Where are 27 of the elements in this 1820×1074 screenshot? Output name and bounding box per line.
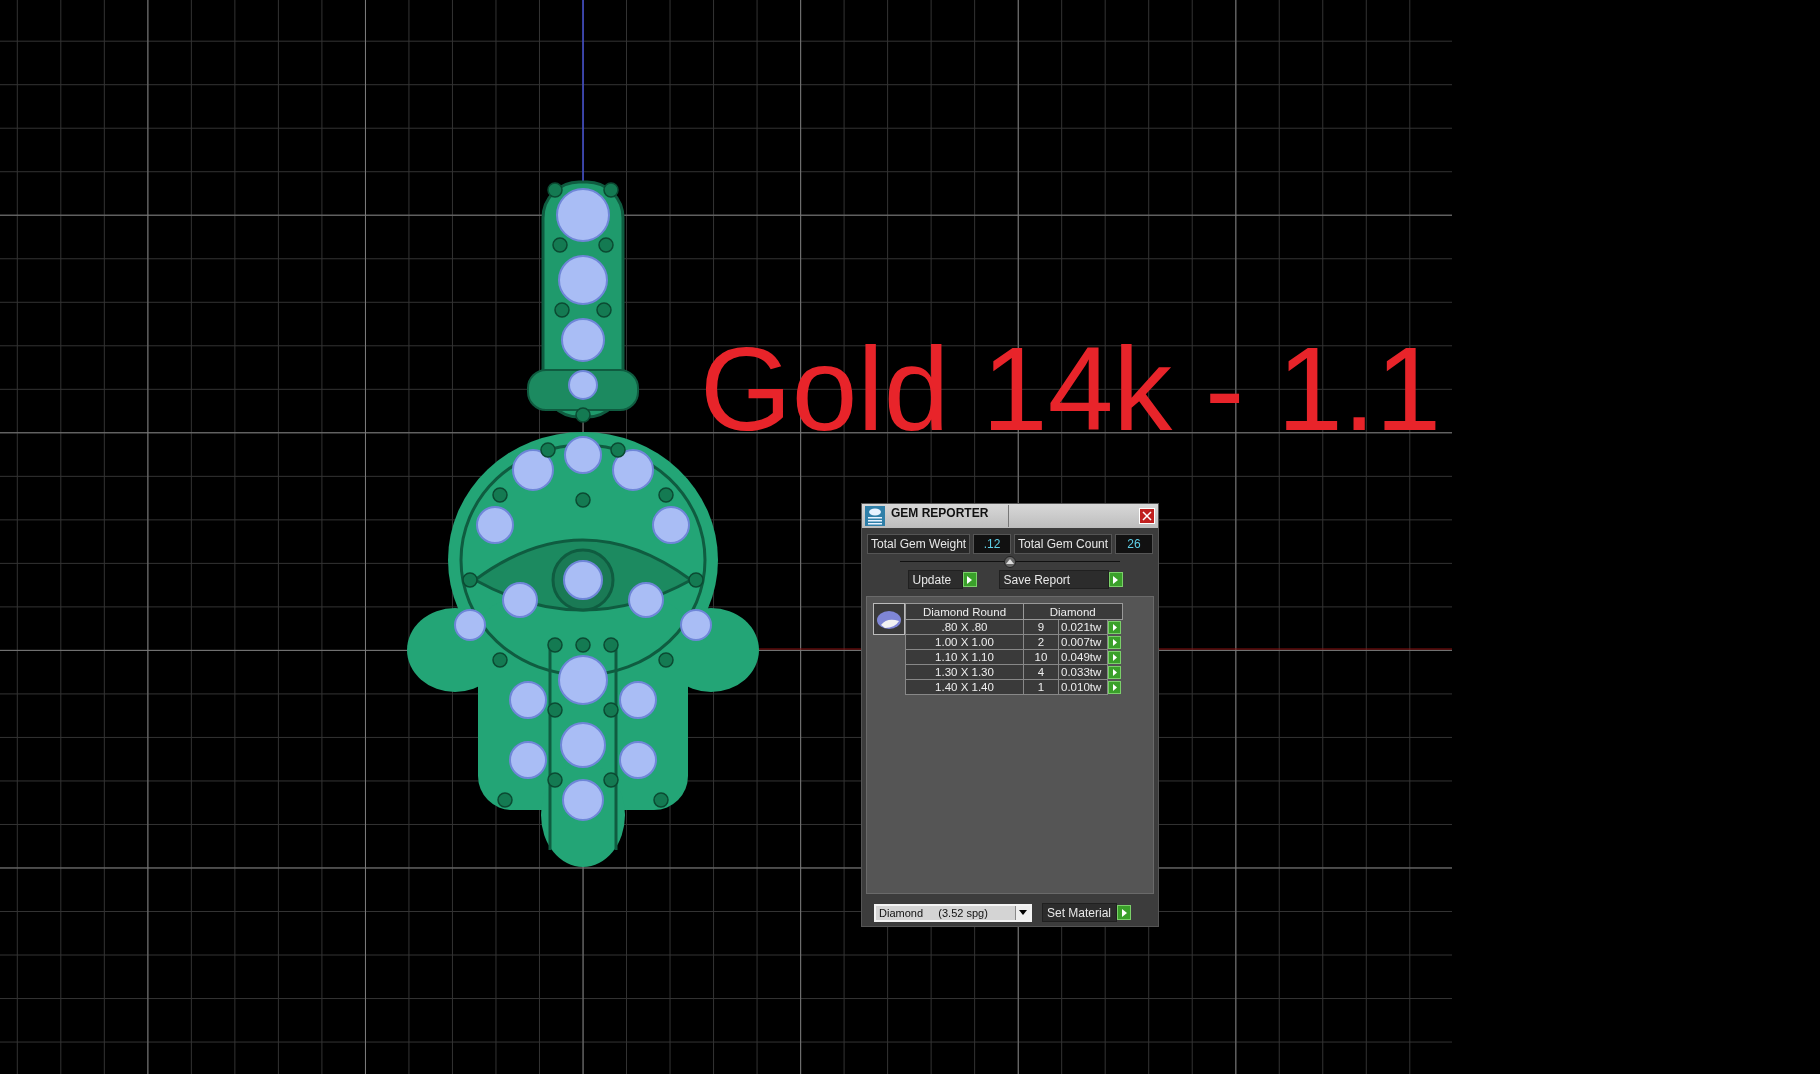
- total-weight-value: .12: [973, 534, 1012, 554]
- action-button[interactable]: Update: [907, 570, 963, 589]
- column-header: Diamond Round: [905, 603, 1024, 620]
- caret-icon: [1019, 910, 1027, 915]
- material-dropdown[interactable]: Diamond (3.52 spg): [874, 903, 1032, 922]
- close-icon: [1142, 511, 1152, 521]
- select-button[interactable]: [1108, 665, 1121, 679]
- select-button[interactable]: [1108, 620, 1121, 634]
- gem-list-icon: [865, 506, 885, 526]
- total-count-label: Total Gem Count: [1014, 534, 1113, 554]
- column-header: Diamond: [1023, 603, 1122, 620]
- up-triangle-icon: [1006, 559, 1014, 565]
- select-button[interactable]: [1108, 650, 1121, 664]
- total-weight-label: Total Gem Weight: [867, 534, 971, 554]
- material-label: Gold 14k - 1.1: [700, 330, 1442, 448]
- action-button[interactable]: Save Report: [998, 570, 1109, 589]
- set-material-button[interactable]: Set Material: [1042, 903, 1117, 922]
- select-button[interactable]: [1108, 680, 1121, 694]
- play-icon: [1121, 908, 1127, 917]
- close-button[interactable]: [1139, 508, 1155, 524]
- window-title: GEM REPORTER: [891, 506, 989, 520]
- play-icon: [967, 575, 972, 584]
- total-count-value: 26: [1115, 534, 1153, 554]
- gem-icon: [873, 603, 905, 635]
- select-button[interactable]: [1108, 635, 1121, 649]
- collapse-button[interactable]: [1004, 556, 1016, 568]
- play-icon: [1113, 575, 1118, 584]
